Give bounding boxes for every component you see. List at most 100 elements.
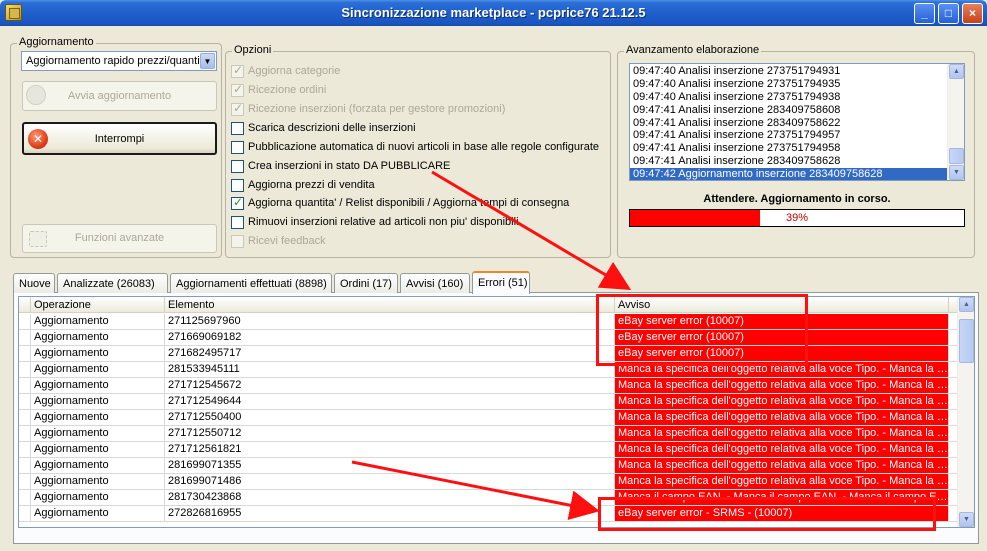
stop-button[interactable]: ✕ Interrompi bbox=[22, 122, 217, 155]
cell-operazione: Aggiornamento bbox=[31, 378, 165, 393]
option-label: Ricevi feedback bbox=[248, 235, 326, 247]
option-checkbox-9[interactable]: Ricevi feedback bbox=[231, 233, 326, 249]
row-indicator bbox=[19, 474, 31, 489]
table-row[interactable]: Aggiornamento 271682495717 eBay server err… bbox=[19, 346, 959, 362]
cell-elemento: 281730423868 bbox=[165, 490, 615, 505]
chevron-down-icon[interactable]: ▼ bbox=[200, 53, 215, 69]
log-line[interactable]: 09:47:40 Analisi inserzione 273751794938 bbox=[630, 91, 947, 104]
table-scrollbar[interactable]: ▲ ▼ bbox=[957, 297, 974, 527]
title-bar: Sincronizzazione marketplace - pcprice76… bbox=[0, 0, 987, 26]
log-line[interactable]: 09:47:40 Analisi inserzione 273751794935 bbox=[630, 78, 947, 91]
cell-avviso: Manca la specifica dell'oggetto relativa… bbox=[615, 426, 949, 441]
tab-1[interactable]: Analizzate (26083) bbox=[57, 273, 168, 293]
stop-icon: ✕ bbox=[28, 129, 48, 149]
option-label: Crea inserzioni in stato DA PUBBLICARE bbox=[248, 160, 451, 172]
log-line[interactable]: 09:47:40 Analisi inserzione 273751794931 bbox=[630, 65, 947, 78]
update-group-title: Aggiornamento bbox=[17, 36, 96, 48]
option-label: Ricezione ordini bbox=[248, 84, 327, 96]
checkbox-box[interactable] bbox=[231, 215, 244, 229]
option-checkbox-3[interactable]: Scarica descrizioni delle inserzioni bbox=[231, 120, 416, 136]
advanced-functions-label: Funzioni avanzate bbox=[74, 232, 165, 244]
cell-operazione: Aggiornamento bbox=[31, 490, 165, 505]
row-indicator bbox=[19, 314, 31, 329]
column-header-elemento[interactable]: Elemento bbox=[165, 297, 615, 313]
options-group-title: Opzioni bbox=[232, 44, 274, 56]
maximize-button[interactable]: □ bbox=[938, 3, 959, 24]
log-scroll-thumb[interactable] bbox=[949, 148, 964, 164]
tools-icon bbox=[29, 231, 47, 247]
column-header-operazione[interactable]: Operazione bbox=[31, 297, 165, 313]
table-row[interactable]: Aggiornamento 271125697960 eBay server err… bbox=[19, 314, 959, 330]
table-row[interactable]: Aggiornamento 271669069182 eBay server err… bbox=[19, 330, 959, 346]
cell-operazione: Aggiornamento bbox=[31, 346, 165, 361]
update-mode-select[interactable]: Aggiornamento rapido prezzi/quantit ▼ bbox=[21, 51, 217, 71]
log-line[interactable]: 09:47:41 Analisi inserzione 283409758622 bbox=[630, 117, 947, 130]
table-row[interactable]: Aggiornamento 281533945111 Manca la specif… bbox=[19, 362, 959, 378]
table-row[interactable]: Aggiornamento 271712545672 Manca la specif… bbox=[19, 378, 959, 394]
option-label: Aggiorna prezzi di vendita bbox=[248, 179, 375, 191]
checkbox-box[interactable] bbox=[231, 159, 244, 173]
chevron-up-icon[interactable]: ▲ bbox=[959, 297, 974, 312]
cell-elemento: 271712550712 bbox=[165, 426, 615, 441]
tab-4[interactable]: Avvisi (160) bbox=[400, 273, 470, 293]
option-checkbox-5[interactable]: Crea inserzioni in stato DA PUBBLICARE bbox=[231, 158, 450, 174]
checkbox-box[interactable] bbox=[231, 63, 244, 78]
progress-log[interactable]: 09:47:40 Analisi inserzione 273751794931… bbox=[629, 63, 965, 181]
table-row[interactable]: Aggiornamento 271712550712 Manca la specif… bbox=[19, 426, 959, 442]
advanced-functions-button[interactable]: Funzioni avanzate bbox=[22, 224, 217, 253]
log-line[interactable]: 09:47:41 Analisi inserzione 283409758628 bbox=[630, 155, 947, 168]
option-label: Pubblicazione automatica di nuovi artico… bbox=[248, 141, 599, 153]
log-line[interactable]: 09:47:41 Analisi inserzione 273751794958 bbox=[630, 142, 947, 155]
cell-operazione: Aggiornamento bbox=[31, 506, 165, 521]
option-checkbox-1[interactable]: Ricezione ordini bbox=[231, 82, 326, 98]
option-checkbox-7[interactable]: Aggiorna quantita' / Relist disponibili … bbox=[231, 195, 569, 211]
progress-group-title: Avanzamento elaborazione bbox=[624, 44, 762, 56]
start-update-button[interactable]: Avvia aggiornamento bbox=[22, 81, 217, 111]
row-indicator bbox=[19, 490, 31, 505]
checkbox-box[interactable] bbox=[231, 121, 244, 135]
progress-percent: 39% bbox=[785, 212, 809, 224]
checkbox-box[interactable] bbox=[231, 82, 244, 97]
option-checkbox-0[interactable]: Aggiorna categorie bbox=[231, 63, 340, 79]
checkbox-box[interactable] bbox=[231, 195, 244, 210]
chevron-up-icon[interactable]: ▲ bbox=[949, 64, 964, 79]
option-checkbox-6[interactable]: Aggiorna prezzi di vendita bbox=[231, 177, 375, 193]
option-checkbox-2[interactable]: Ricezione inserzioni (forzata per gestor… bbox=[231, 101, 505, 117]
window-title: Sincronizzazione marketplace - pcprice76… bbox=[341, 5, 646, 20]
option-checkbox-8[interactable]: Rimuovi inserzioni relative ad articoli … bbox=[231, 214, 519, 230]
chevron-down-icon[interactable]: ▼ bbox=[949, 165, 964, 180]
minimize-button[interactable]: _ bbox=[914, 3, 935, 24]
close-button[interactable]: × bbox=[962, 3, 983, 24]
checkbox-box[interactable] bbox=[231, 140, 244, 154]
log-scrollbar[interactable]: ▲ ▼ bbox=[947, 64, 964, 180]
option-checkbox-4[interactable]: Pubblicazione automatica di nuovi artico… bbox=[231, 139, 599, 155]
log-line[interactable]: 09:47:42 Aggiornamento inserzione 283409… bbox=[630, 168, 947, 180]
checkbox-box[interactable] bbox=[231, 101, 244, 116]
option-label: Scarica descrizioni delle inserzioni bbox=[248, 122, 416, 134]
tab-0[interactable]: Nuove bbox=[13, 273, 55, 293]
cell-elemento: 281699071486 bbox=[165, 474, 615, 489]
cell-operazione: Aggiornamento bbox=[31, 458, 165, 473]
row-indicator bbox=[19, 362, 31, 377]
tab-2[interactable]: Aggiornamenti effettuati (8898) bbox=[170, 273, 332, 293]
tab-5[interactable]: Errori (51) bbox=[472, 271, 530, 294]
table-scroll-thumb[interactable] bbox=[959, 319, 974, 363]
cell-elemento: 271712561821 bbox=[165, 442, 615, 457]
row-indicator-header bbox=[19, 297, 31, 313]
cell-operazione: Aggiornamento bbox=[31, 394, 165, 409]
table-row[interactable]: Aggiornamento 271712550400 Manca la specif… bbox=[19, 410, 959, 426]
chevron-down-icon[interactable]: ▼ bbox=[959, 512, 974, 527]
errors-table[interactable]: Operazione Elemento Avviso Aggiornamento… bbox=[18, 296, 975, 528]
cell-operazione: Aggiornamento bbox=[31, 426, 165, 441]
table-row[interactable]: Aggiornamento 281699071486 Manca la specif… bbox=[19, 474, 959, 490]
log-line[interactable]: 09:47:41 Analisi inserzione 273751794957 bbox=[630, 129, 947, 142]
table-row[interactable]: Aggiornamento 281699071355 Manca la specif… bbox=[19, 458, 959, 474]
log-line[interactable]: 09:47:41 Analisi inserzione 283409758608 bbox=[630, 104, 947, 117]
cell-avviso: Manca la specifica dell'oggetto relativa… bbox=[615, 410, 949, 425]
cell-operazione: Aggiornamento bbox=[31, 410, 165, 425]
checkbox-box[interactable] bbox=[231, 178, 244, 192]
tab-3[interactable]: Ordini (17) bbox=[334, 273, 398, 293]
table-row[interactable]: Aggiornamento 271712549644 Manca la specif… bbox=[19, 394, 959, 410]
checkbox-box[interactable] bbox=[231, 234, 244, 248]
table-row[interactable]: Aggiornamento 271712561821 Manca la specif… bbox=[19, 442, 959, 458]
